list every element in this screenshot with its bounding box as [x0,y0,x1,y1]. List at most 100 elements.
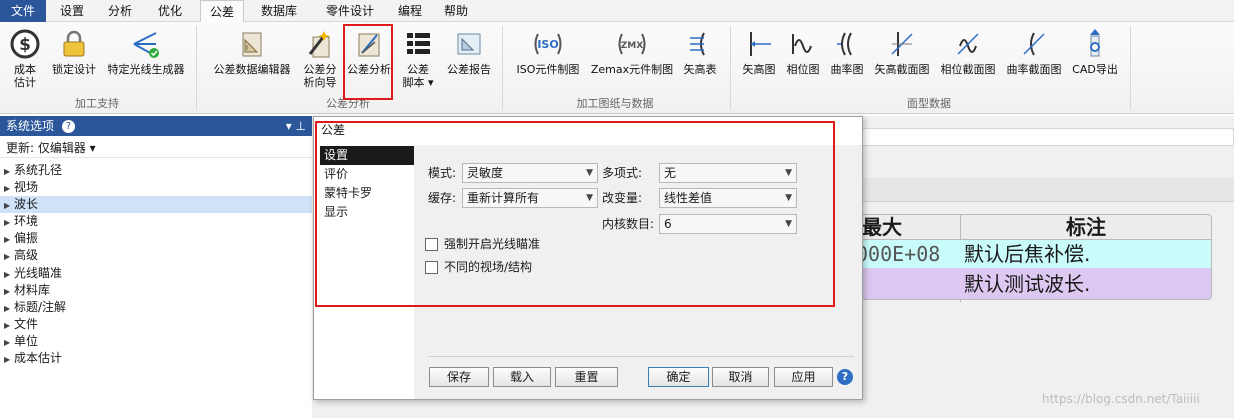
expand-arrow-icon[interactable]: ▶ [4,317,14,334]
menu-optimize[interactable]: 优化 [146,0,194,22]
menu-part-design[interactable]: 零件设计 [314,0,386,22]
expand-arrow-icon[interactable]: ▶ [4,180,14,197]
help-icon[interactable]: ? [61,120,75,133]
tree-item-label: 光线瞄准 [14,265,63,280]
sag-table-icon [690,32,705,56]
expand-arrow-icon[interactable]: ▶ [4,214,14,231]
curvature-plot-label: 曲率图 [830,63,864,76]
curvature-cross-section-button[interactable]: 曲率截面图 [1002,28,1066,76]
tolerance-wizard-label: 公差分 析向导 [303,63,337,89]
load-button[interactable]: 载入 [493,367,551,387]
expand-arrow-icon[interactable]: ▶ [4,283,14,300]
editor-toolbar-strip [860,128,1234,146]
script-list-icon [407,33,430,54]
expand-arrow-icon[interactable]: ▶ [4,300,14,317]
menu-settings[interactable]: 设置 [50,0,94,22]
menu-database[interactable]: 数据库 [250,0,308,22]
lock-icon [63,30,85,57]
table-cell-note: 默认测试波长. [964,272,1091,296]
ray-generator-button[interactable]: 特定光线生成器 [102,28,190,76]
svg-text:ZMX: ZMX [621,41,643,51]
sag-cross-section-label: 矢高截面图 [874,63,930,76]
tree-item[interactable]: ▶ 偏振 [0,230,312,247]
cost-estimate-button[interactable]: $ 成本 估计 [4,28,46,89]
expand-arrow-icon[interactable]: ▶ [4,231,14,248]
column-header-max: 最大 [862,215,902,239]
sag-plot-button[interactable]: 矢高图 [738,28,780,76]
tree-item-label: 单位 [14,333,39,348]
phase-cross-section-button[interactable]: 相位截面图 [936,28,1000,76]
cancel-button[interactable]: 取消 [712,367,769,387]
ok-button[interactable]: 确定 [648,367,709,387]
expand-arrow-icon[interactable]: ▶ [4,248,14,265]
expand-arrow-icon[interactable]: ▶ [4,163,14,180]
sag-cross-section-button[interactable]: 矢高截面图 [870,28,934,76]
svg-text:$: $ [19,35,31,55]
sag-table-button[interactable]: 矢高表 [680,28,720,76]
table-cell-max: 000E+08 [856,242,941,266]
phase-plot-button[interactable]: 相位图 [782,28,824,76]
tree-item-label: 波长 [14,197,39,212]
tolerance-data-editor-label: 公差数据编辑器 [213,63,291,76]
lock-design-button[interactable]: 锁定设计 [48,28,100,76]
tolerance-script-button[interactable]: 公差 脚本 ▾ [398,28,438,89]
highlight-box-ribbon [343,24,393,100]
tree-item-selected[interactable]: ▶ 波长 [0,196,312,214]
expand-arrow-icon[interactable]: ▶ [4,351,14,368]
apply-button[interactable]: 应用 [774,367,833,387]
help-icon[interactable]: ? [837,369,853,385]
lock-design-label: 锁定设计 [52,63,96,76]
curvature-cross-section-icon [1023,32,1045,56]
expand-arrow-icon[interactable]: ▶ [4,334,14,351]
tree-item-label: 标题/注解 [14,299,67,314]
system-options-title: 系统选项 [6,119,55,133]
tolerance-report-button[interactable]: 公差报告 [442,28,496,76]
wavelength-editor-table: 最大 标注 000E+08 默认后焦补偿. 默认测试波长. [856,214,1212,302]
svg-text:ISO: ISO [537,38,558,51]
curvature-plot-button[interactable]: 曲率图 [826,28,868,76]
tree-item[interactable]: ▶ 高级 [0,247,312,264]
panel-pin-icon[interactable]: ▾ ⊥ [286,116,306,136]
expand-arrow-icon[interactable]: ▶ [4,197,14,214]
reset-button[interactable]: 重置 [555,367,618,387]
tree-item-label: 偏振 [14,231,39,246]
zemax-drawing-button[interactable]: ZMX Zemax元件制图 [586,28,678,76]
update-mode-selector[interactable]: 更新: 仅编辑器 ▾ [0,138,312,158]
zmx-element-icon: ZMX [618,33,646,55]
tree-item-label: 系统孔径 [14,163,63,177]
menu-analysis[interactable]: 分析 [98,0,142,22]
tree-item[interactable]: ▶ 光线瞄准 [0,265,312,282]
group-label-drawings: 加工图纸与数据 [576,97,654,110]
tree-item[interactable]: ▶ 系统孔径 [0,162,312,179]
tree-item[interactable]: ▶ 文件 [0,316,312,333]
tree-item[interactable]: ▶ 环境 [0,213,312,230]
save-button[interactable]: 保存 [429,367,489,387]
cad-export-icon [1090,29,1100,57]
highlight-box-dialog [315,121,835,307]
cost-estimate-label: 成本 估计 [14,63,36,89]
phase-cross-section-icon [957,33,979,55]
tree-item[interactable]: ▶ 标题/注解 [0,299,312,316]
menu-programming[interactable]: 编程 [390,0,430,22]
tree-item[interactable]: ▶ 材料库 [0,282,312,299]
editor-tab-strip [860,178,1234,202]
curvature-plot-icon [837,32,852,56]
menu-file[interactable]: 文件 [0,0,46,22]
iso-element-icon: ISO [534,33,562,55]
tree-item[interactable]: ▶ 成本估计 [0,350,312,367]
tolerance-report-label: 公差报告 [447,63,491,76]
curvature-cross-section-label: 曲率截面图 [1006,63,1062,76]
expand-arrow-icon[interactable]: ▶ [4,266,14,283]
iso-drawing-button[interactable]: ISO ISO元件制图 [512,28,584,76]
sag-plot-icon [750,32,771,56]
watermark-text: https://blog.csdn.net/Taiiiii [1042,392,1200,406]
cad-export-button[interactable]: CAD导出 [1068,28,1122,76]
tolerance-wizard-button[interactable]: 公差分 析向导 [298,28,342,89]
menu-help[interactable]: 帮助 [436,0,476,22]
tree-item[interactable]: ▶ 视场 [0,179,312,196]
tolerance-data-editor-button[interactable]: 公差数据编辑器 [208,28,296,76]
ribbon-separator [1130,26,1131,110]
tree-item[interactable]: ▶ 单位 [0,333,312,350]
tolerance-script-label: 公差 脚本 ▾ [402,63,434,89]
menu-tolerance[interactable]: 公差 [200,0,244,23]
